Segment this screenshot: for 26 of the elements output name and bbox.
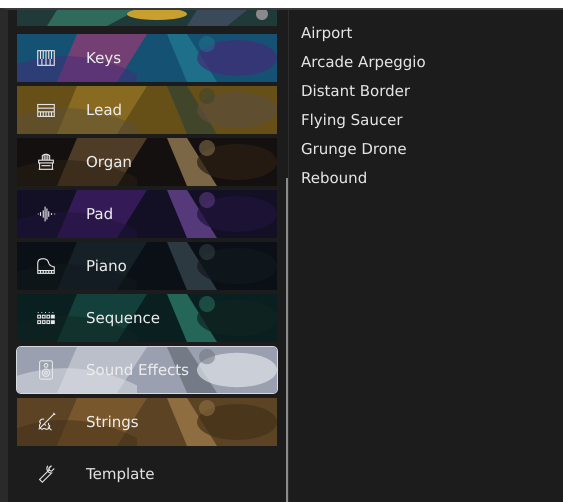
preset-item[interactable]: Rebound bbox=[301, 167, 426, 196]
preset-item[interactable]: Airport bbox=[301, 22, 426, 51]
preset-item[interactable]: Distant Border bbox=[301, 80, 426, 109]
category-label: Sequence bbox=[86, 309, 160, 327]
keys-icon bbox=[35, 47, 57, 69]
category-item[interactable]: Piano bbox=[17, 242, 277, 290]
category-label: Strings bbox=[86, 413, 139, 431]
category-item[interactable]: Sequence bbox=[17, 294, 277, 342]
category-label: Piano bbox=[86, 257, 127, 275]
category-item[interactable]: Strings bbox=[17, 398, 277, 446]
category-item[interactable]: Keys bbox=[17, 34, 277, 82]
category-label: Pad bbox=[86, 205, 114, 223]
category-label: Lead bbox=[86, 101, 122, 119]
piano-icon bbox=[35, 255, 57, 277]
preset-item[interactable]: Arcade Arpeggio bbox=[301, 51, 426, 80]
category-item[interactable]: Template bbox=[17, 450, 277, 498]
category-item[interactable]: Lead bbox=[17, 86, 277, 134]
category-label: Organ bbox=[86, 153, 132, 171]
category-item[interactable]: Pad bbox=[17, 190, 277, 238]
scrollbar[interactable] bbox=[286, 178, 288, 502]
category-label: Template bbox=[86, 465, 154, 483]
preset-item[interactable]: Flying Saucer bbox=[301, 109, 426, 138]
preset-item[interactable]: Grunge Drone bbox=[301, 138, 426, 167]
category-label: Keys bbox=[86, 49, 122, 67]
category-item[interactable]: Organ bbox=[17, 138, 277, 186]
organ-icon bbox=[35, 151, 57, 173]
